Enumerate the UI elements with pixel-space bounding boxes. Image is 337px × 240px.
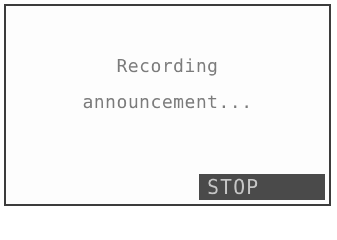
stop-softkey-button[interactable]: STOP xyxy=(199,174,325,200)
status-message-line-1: Recording xyxy=(6,56,329,77)
stop-softkey-label: STOP xyxy=(207,175,260,199)
status-message-line-2: announcement... xyxy=(6,92,329,113)
lcd-screen: Recording announcement... STOP xyxy=(4,4,331,206)
